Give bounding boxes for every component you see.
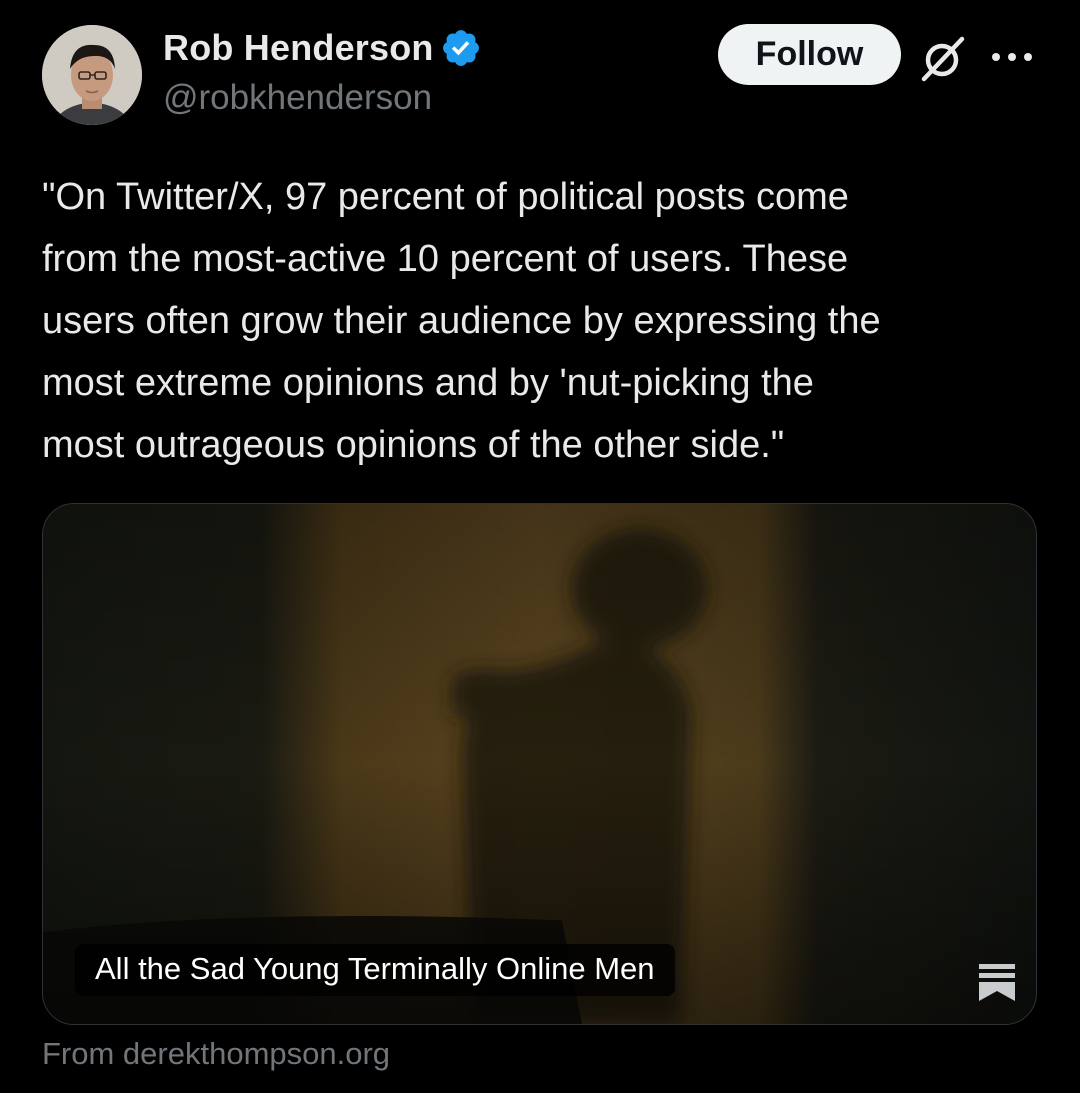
link-card-title: All the Sad Young Terminally Online Men (75, 944, 675, 996)
avatar-image (42, 25, 142, 125)
more-dots-icon[interactable] (990, 50, 1034, 64)
author-display-name[interactable]: Rob Henderson (163, 27, 434, 69)
author-name-row: Rob Henderson (163, 26, 482, 70)
verified-badge-icon[interactable] (440, 27, 482, 69)
author-handle[interactable]: @robkhenderson (163, 78, 432, 118)
avatar[interactable] (42, 25, 142, 125)
link-source[interactable]: From derekthompson.org (42, 1036, 390, 1072)
grok-slash-icon[interactable] (918, 33, 968, 83)
substack-icon (977, 962, 1017, 1002)
follow-button[interactable]: Follow (718, 24, 901, 85)
link-card[interactable]: All the Sad Young Terminally Online Men (42, 503, 1037, 1025)
tweet-text: "On Twitter/X, 97 percent of political p… (42, 176, 881, 466)
